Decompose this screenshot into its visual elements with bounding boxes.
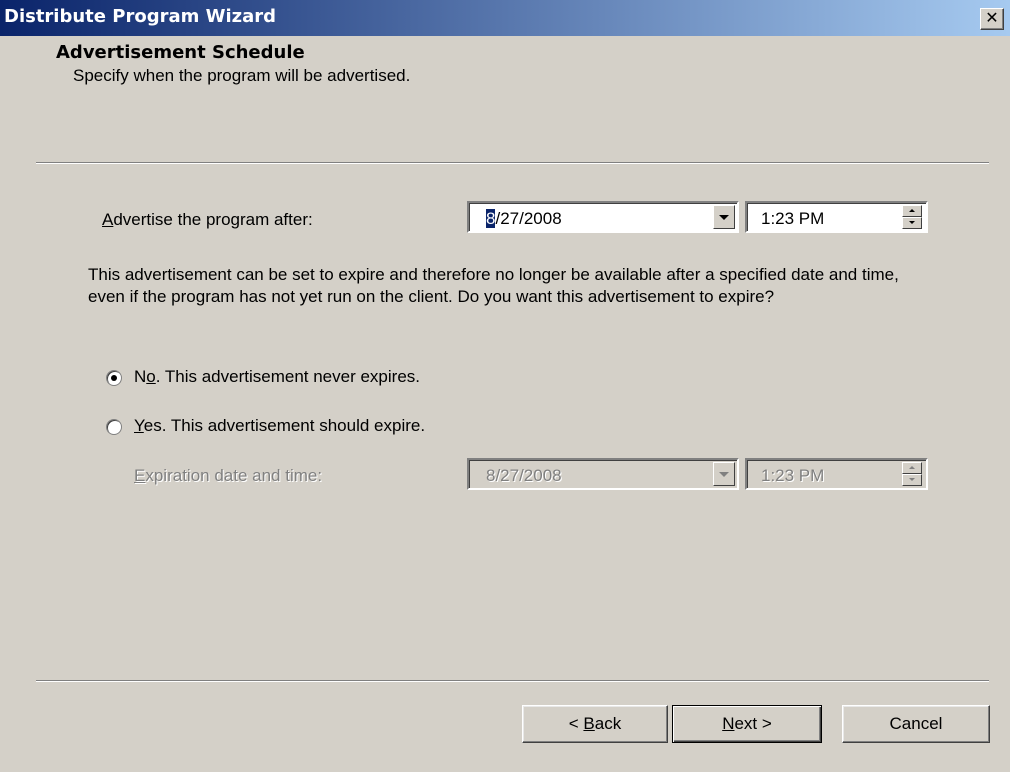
advertise-time-spinner[interactable] <box>902 205 922 229</box>
expiration-time-value: 1:23 PM <box>761 466 825 485</box>
time-increment-button[interactable] <box>902 205 922 217</box>
time-decrement-button[interactable] <box>902 217 922 229</box>
advertise-time-value[interactable]: 1:23 PM <box>761 209 824 229</box>
arrow-down-icon <box>909 221 915 224</box>
expiration-time-increment-button[interactable] <box>902 462 922 474</box>
expiration-date-picker[interactable]: 8/27/2008 <box>467 458 739 490</box>
expiration-time-spinner[interactable] <box>902 462 922 486</box>
window-title: Distribute Program Wizard <box>4 6 277 27</box>
page-title: Advertisement Schedule <box>56 42 305 63</box>
expiration-description: This advertisement can be set to expire … <box>88 265 899 306</box>
expiration-date-dropdown-button[interactable] <box>713 462 735 486</box>
cancel-button[interactable]: Cancel <box>842 705 990 743</box>
header-divider <box>36 162 989 164</box>
no-expire-radio[interactable] <box>106 370 122 386</box>
expiration-date-value: 8/27/2008 <box>486 466 562 485</box>
advertise-date-picker[interactable]: 8/27/2008 <box>467 201 739 233</box>
no-expire-label[interactable]: No. This advertisement never expires. <box>134 367 420 387</box>
next-button[interactable]: Next > <box>672 705 822 743</box>
chevron-down-icon <box>719 472 729 477</box>
expiration-label: Expiration date and time: <box>134 466 323 485</box>
radio-selected-dot <box>111 375 117 381</box>
arrow-up-icon <box>909 466 915 469</box>
title-bar[interactable]: Distribute Program Wizard ✕ <box>0 0 1010 36</box>
page-subtitle: Specify when the program will be adverti… <box>73 66 411 85</box>
advertise-time-picker[interactable]: 1:23 PM <box>745 201 928 233</box>
back-button[interactable]: < Back <box>522 705 668 743</box>
advertise-date-value[interactable]: 8/27/2008 <box>486 209 562 229</box>
advertise-after-label: Advertise the program after: <box>102 210 313 229</box>
arrow-down-icon <box>909 478 915 481</box>
arrow-up-icon <box>909 209 915 212</box>
close-icon: ✕ <box>985 8 999 27</box>
yes-expire-label[interactable]: Yes. This advertisement should expire. <box>134 416 425 436</box>
footer-divider <box>36 680 989 682</box>
expiration-time-decrement-button[interactable] <box>902 474 922 486</box>
yes-expire-radio[interactable] <box>106 419 122 435</box>
expiration-time-picker[interactable]: 1:23 PM <box>745 458 928 490</box>
close-button[interactable]: ✕ <box>980 8 1004 30</box>
advertise-date-dropdown-button[interactable] <box>713 205 735 229</box>
chevron-down-icon <box>719 215 729 220</box>
